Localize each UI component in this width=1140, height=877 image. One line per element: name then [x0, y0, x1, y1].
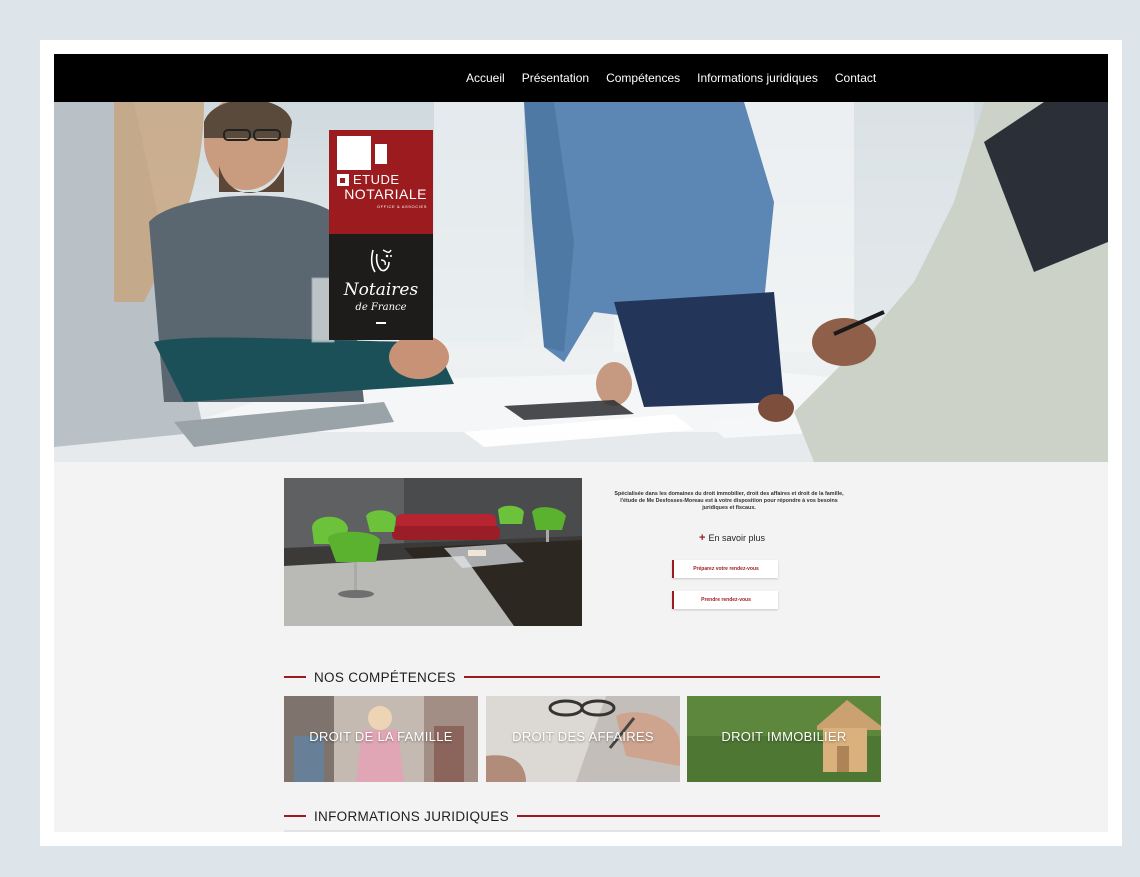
- nav-accueil[interactable]: Accueil: [466, 71, 505, 85]
- etude-notariale-logo: ETUDE NOTARIALE OFFICE & ASSOCIES: [329, 130, 433, 234]
- notaires-emblem-icon: [370, 249, 392, 273]
- header-rule: [516, 815, 880, 817]
- competences-section-title: NOS COMPÉTENCES: [314, 669, 456, 685]
- logo-dash: [376, 322, 386, 324]
- tile-label-immobilier: DROIT IMMOBILIER: [721, 729, 847, 744]
- header-dash: [284, 815, 306, 817]
- hero-meeting-photo: [54, 102, 1108, 462]
- logo-text-notaires: Notaires: [343, 280, 419, 300]
- logo-text-de-france: de France: [355, 302, 407, 313]
- tile-droit-famille[interactable]: DROIT DE LA FAMILLE: [284, 696, 478, 782]
- tile-label-famille: DROIT DE LA FAMILLE: [309, 729, 453, 744]
- tile-droit-immobilier[interactable]: DROIT IMMOBILIER: [687, 696, 881, 782]
- juridiques-content-edge: [284, 830, 880, 832]
- nav-contact[interactable]: Contact: [835, 71, 876, 85]
- prepare-appointment-button[interactable]: Préparez votre rendez-vous: [672, 560, 778, 578]
- juridiques-section-title: INFORMATIONS JURIDIQUES: [314, 808, 509, 824]
- tile-droit-affaires[interactable]: DROIT DES AFFAIRES: [486, 696, 680, 782]
- juridiques-section-header: INFORMATIONS JURIDIQUES: [284, 807, 880, 825]
- waiting-room-photo: [284, 478, 582, 626]
- logo-text-notariale: NOTARIALE: [344, 186, 427, 202]
- logo-text-etude: ETUDE: [353, 172, 400, 187]
- logo-text-office: OFFICE & ASSOCIES: [377, 204, 427, 209]
- main-menu: Accueil Présentation Compétences Informa…: [466, 54, 876, 102]
- plus-icon: +: [699, 532, 706, 544]
- intro-description: Spécialisée dans les domaines du droit i…: [614, 491, 844, 511]
- waiting-room-illustration: [284, 478, 582, 626]
- header-dash: [284, 676, 306, 678]
- website-page: Accueil Présentation Compétences Informa…: [54, 54, 1108, 832]
- header-rule: [463, 676, 880, 678]
- top-navbar: Accueil Présentation Compétences Informa…: [54, 54, 1108, 102]
- nav-presentation[interactable]: Présentation: [522, 71, 589, 85]
- learn-more-label: En savoir plus: [708, 533, 765, 543]
- logo-square-mark: [337, 136, 371, 170]
- learn-more-link[interactable]: + En savoir plus: [682, 532, 782, 544]
- office-logo[interactable]: ETUDE NOTARIALE OFFICE & ASSOCIES Notair…: [329, 130, 433, 340]
- hero-banner: ETUDE NOTARIALE OFFICE & ASSOCIES Notair…: [54, 102, 1108, 462]
- screenshot-frame: Accueil Présentation Compétences Informa…: [40, 40, 1122, 846]
- logo-bar-mark: [375, 144, 387, 164]
- logo-notch-inner: [340, 178, 345, 183]
- book-appointment-button[interactable]: Prendre rendez-vous: [672, 591, 778, 609]
- nav-informations-juridiques[interactable]: Informations juridiques: [697, 71, 818, 85]
- tile-label-affaires: DROIT DES AFFAIRES: [512, 729, 654, 744]
- competences-section-header: NOS COMPÉTENCES: [284, 668, 880, 686]
- nav-competences[interactable]: Compétences: [606, 71, 680, 85]
- notaires-de-france-logo: Notaires de France: [329, 234, 433, 340]
